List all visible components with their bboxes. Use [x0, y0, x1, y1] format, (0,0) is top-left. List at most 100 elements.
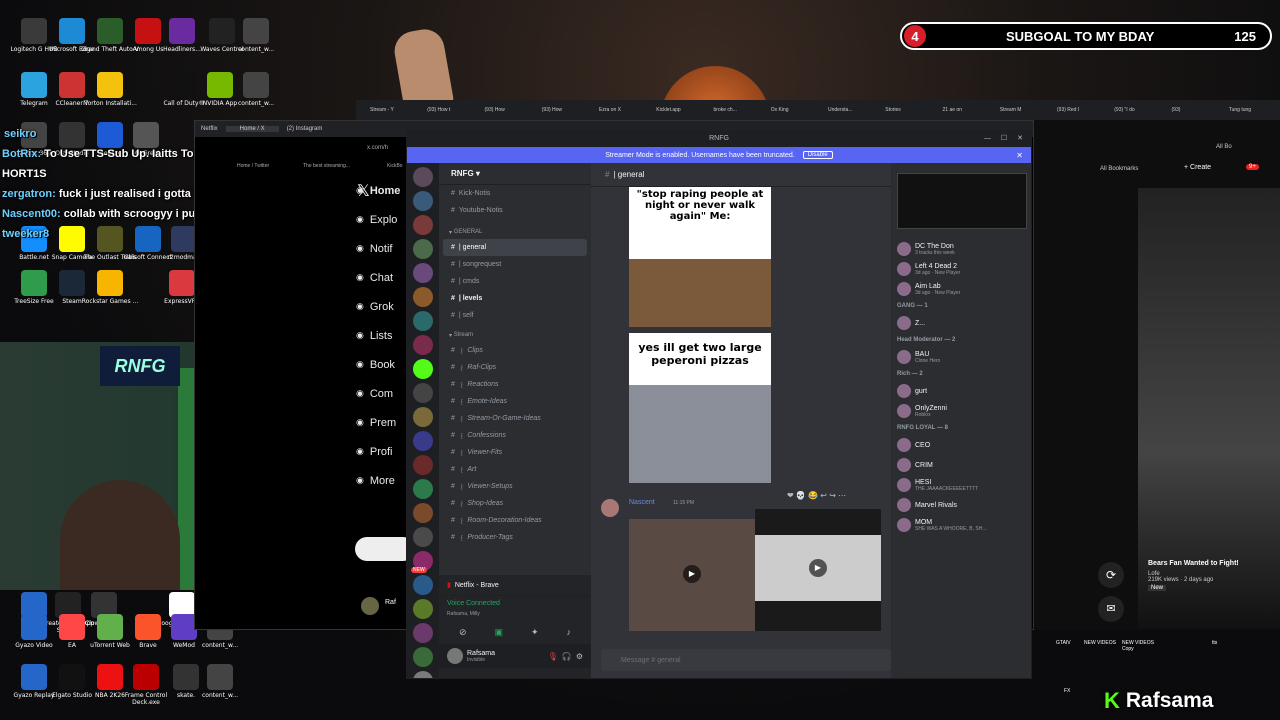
channel-item[interactable]: # | cmds — [439, 273, 591, 290]
browser-tab[interactable]: Kicklet.app — [656, 107, 707, 113]
desktop-icon[interactable]: Norton Installati... — [80, 72, 140, 122]
server-icon[interactable] — [413, 167, 433, 187]
message-actions[interactable]: ❤ 💀 😂 ↩ ↪ ⋯ — [787, 491, 846, 500]
meme-image-2[interactable]: yes ill get two large peperoni pizzas — [629, 333, 771, 483]
file-gtaiv[interactable]: GTAIV — [1056, 640, 1071, 646]
browser-tab[interactable]: Ox King — [771, 107, 822, 113]
browser-tab[interactable]: Ezra on X — [599, 107, 650, 113]
server-icon[interactable] — [413, 503, 433, 523]
channel-item[interactable]: # ꒰ Viewer-Fits — [439, 444, 591, 461]
browser-tab[interactable]: (93) — [1172, 107, 1223, 113]
activities-icon[interactable]: ✦ — [531, 627, 539, 638]
category-stream[interactable]: ▾ Stream — [439, 328, 591, 342]
remix-icon[interactable]: ⟳ — [1098, 562, 1124, 588]
server-icon[interactable] — [413, 527, 433, 547]
user-account[interactable]: Rafsama Invisible 🎙 🎧 ⚙ — [439, 644, 591, 668]
all-bookmarks-trunc[interactable]: All Bo — [1216, 144, 1232, 150]
browser-tab[interactable]: Tung tung — [1229, 107, 1280, 113]
avatar[interactable] — [897, 498, 911, 512]
screenshare-icon[interactable]: ▣ — [495, 627, 504, 638]
tab-netflix[interactable]: Netflix — [201, 126, 218, 132]
channel-item[interactable]: # ꒰ Clips — [439, 342, 591, 359]
file-newvideos[interactable]: NEW VIDEOS — [1084, 640, 1116, 646]
server-icon[interactable] — [413, 623, 433, 643]
member-item[interactable]: Aim Lab 3d ago · New Player — [891, 279, 1031, 299]
member-item[interactable]: gurt — [891, 381, 1031, 401]
channel-item[interactable]: # ꒰ Shop-Ideas — [439, 495, 591, 512]
avatar[interactable] — [897, 458, 911, 472]
desktop-icon[interactable]: content_w... — [190, 664, 250, 714]
member-item[interactable]: HESI THE JAAAACKEEEEETTTT — [891, 475, 1031, 495]
disable-button[interactable]: Disable — [802, 151, 833, 159]
tab-home-x[interactable]: Home / X — [225, 126, 279, 132]
file-newvideos-copy[interactable]: NEW VIDEOS Copy — [1122, 640, 1162, 652]
member-item[interactable]: Left 4 Dead 2 3d ago · New Player — [891, 259, 1031, 279]
avatar[interactable] — [447, 648, 463, 664]
close-banner-icon[interactable]: ✕ — [1016, 151, 1023, 160]
server-icon[interactable] — [413, 455, 433, 475]
server-icon[interactable] — [413, 407, 433, 427]
member-item[interactable]: CEO — [891, 435, 1031, 455]
avatar[interactable] — [897, 242, 911, 256]
channel-item[interactable]: # ꒰ Room-Decoration-Ideas — [439, 512, 591, 529]
meme-image-1[interactable]: "stop raping people at night or never wa… — [629, 187, 771, 327]
server-header[interactable]: RNFG ▾ — [439, 163, 591, 185]
browser-tab[interactable]: broke ch... — [714, 107, 765, 113]
all-bookmarks-link[interactable]: All Bookmarks — [1100, 166, 1138, 172]
channel-item[interactable]: # | general — [443, 239, 587, 256]
avatar[interactable] — [897, 518, 911, 532]
browser-tab[interactable]: (93) How t — [427, 107, 478, 113]
category-general[interactable]: ▾ GENERAL — [439, 225, 591, 239]
server-icon[interactable] — [413, 287, 433, 307]
channel-item[interactable]: # | self — [439, 307, 591, 324]
browser-tab[interactable]: 21 ae on — [943, 107, 994, 113]
camera-icon[interactable]: ⊘ — [459, 627, 467, 638]
server-icon[interactable] — [413, 191, 433, 211]
member-item[interactable]: DC The Don 3 tracks this week — [891, 239, 1031, 259]
desktop-icon[interactable]: content_w... — [226, 72, 286, 122]
desktop-icon[interactable]: My Great — [116, 122, 176, 172]
member-item[interactable]: Z... — [891, 313, 1031, 333]
channel-item[interactable]: # Kick-Notis — [439, 185, 591, 202]
browser-tab[interactable]: (93) Red I — [1057, 107, 1108, 113]
channel-item[interactable]: # ꒰ Confessions — [439, 427, 591, 444]
avatar[interactable] — [897, 316, 911, 330]
server-icon[interactable] — [413, 215, 433, 235]
avatar[interactable] — [897, 282, 911, 296]
activity-card[interactable] — [897, 173, 1027, 229]
server-icon[interactable] — [413, 359, 433, 379]
avatar[interactable] — [897, 404, 911, 418]
server-icon[interactable] — [413, 263, 433, 283]
browser-tab[interactable]: (93) "I do — [1114, 107, 1165, 113]
browser-tab[interactable]: Stream M — [1000, 107, 1051, 113]
channel-item[interactable]: # ꒰ Raf-Clips — [439, 359, 591, 376]
browser-tab[interactable]: Stream - Y — [370, 107, 421, 113]
server-icon[interactable] — [413, 575, 433, 595]
channel-item[interactable]: # ꒰ Emote-Ideas — [439, 393, 591, 410]
soundboard-icon[interactable]: ♪ — [567, 627, 572, 638]
channel-item[interactable]: # ꒰ Reactions — [439, 376, 591, 393]
server-icon[interactable] — [413, 479, 433, 499]
channel-item[interactable]: # ꒰ Art — [439, 461, 591, 478]
file-fx[interactable]: FX — [1064, 688, 1070, 694]
x-url[interactable]: x.com/h — [367, 145, 388, 151]
browser-tab[interactable]: Stories — [885, 107, 936, 113]
desktop-icon[interactable]: Rockstar Games ... — [80, 270, 140, 320]
play-icon[interactable]: ▶ — [809, 559, 827, 577]
browser-tab[interactable]: (93) How — [542, 107, 593, 113]
notification-badge[interactable]: 9+ — [1246, 164, 1259, 170]
server-icon[interactable] — [413, 671, 433, 678]
browser-tab[interactable]: Understa... — [828, 107, 879, 113]
channel-item[interactable]: # Youtube-Notis — [439, 202, 591, 219]
minimize-icon[interactable]: — — [984, 131, 991, 147]
netflix-activity[interactable]: ▮ Netflix - Brave — [439, 575, 591, 596]
browser-tab[interactable]: (93) How — [485, 107, 536, 113]
close-icon[interactable]: ✕ — [1017, 131, 1023, 147]
mute-icon[interactable]: 🎙 — [548, 652, 558, 661]
file-tts[interactable]: tts — [1212, 640, 1217, 646]
create-button[interactable]: + Create — [1184, 164, 1211, 171]
channel-item[interactable]: # ꒰ Viewer-Setups — [439, 478, 591, 495]
avatar[interactable] — [897, 438, 911, 452]
message-author[interactable]: Nascent — [629, 499, 655, 506]
author-avatar[interactable] — [601, 499, 619, 517]
